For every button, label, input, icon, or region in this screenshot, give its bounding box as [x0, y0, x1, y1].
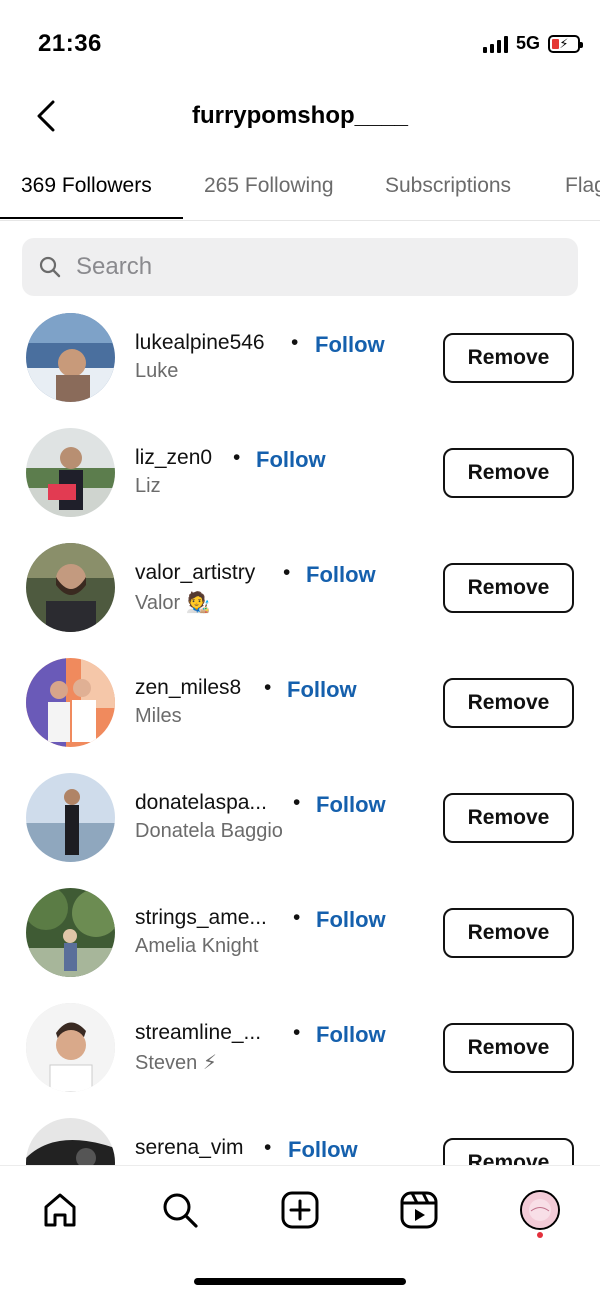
profile-tab[interactable]	[514, 1184, 566, 1236]
follower-row: zen_miles8 • Follow Miles Remove	[0, 645, 600, 760]
follower-name: Miles	[135, 705, 182, 727]
separator-dot: •	[264, 676, 272, 699]
follower-username[interactable]: zen_miles8	[135, 676, 241, 700]
followers-list: lukealpine546 • Follow Luke Remove liz_z…	[0, 300, 600, 1165]
profile-avatar	[520, 1190, 560, 1230]
status-indicators: 5G ⚡	[482, 33, 583, 54]
avatar[interactable]	[26, 1118, 115, 1165]
home-indicator	[194, 1278, 406, 1285]
follow-button[interactable]: Follow	[288, 1137, 358, 1163]
follower-row: valor_artistry • Follow Valor 🧑‍🎨 Remove	[0, 530, 600, 645]
follow-button[interactable]: Follow	[306, 562, 376, 588]
follower-row: liz_zen0 • Follow Liz Remove	[0, 415, 600, 530]
avatar[interactable]	[26, 773, 115, 862]
follower-row: donatelaspa... • Follow Donatela Baggio …	[0, 760, 600, 875]
follower-row: streamline_... • Follow Steven ⚡ Remove	[0, 990, 600, 1105]
reels-tab[interactable]	[393, 1184, 445, 1236]
status-time: 21:36	[38, 30, 102, 57]
follower-name: Steven ⚡	[135, 1052, 217, 1074]
follower-username[interactable]: valor_artistry	[135, 561, 255, 585]
separator-dot: •	[293, 906, 301, 929]
search-icon	[38, 255, 62, 279]
home-tab[interactable]	[34, 1184, 86, 1236]
follower-row: serena_vim • Follow Remove	[0, 1105, 600, 1165]
tab-flagged[interactable]: Flagged	[565, 160, 600, 219]
avatar[interactable]	[26, 313, 115, 402]
search-bar[interactable]	[22, 238, 578, 296]
remove-button[interactable]: Remove	[443, 448, 574, 498]
follow-button[interactable]: Follow	[316, 1022, 386, 1048]
tab-followers[interactable]: 369 Followers	[21, 160, 152, 219]
cellular-signal-icon	[482, 35, 508, 53]
follow-button[interactable]: Follow	[315, 332, 385, 358]
separator-dot: •	[283, 561, 291, 584]
follower-name: Valor 🧑‍🎨	[135, 592, 211, 614]
create-post-icon	[281, 1191, 319, 1229]
follow-button[interactable]: Follow	[316, 792, 386, 818]
search-icon	[163, 1193, 198, 1228]
active-tab-indicator	[0, 217, 183, 219]
avatar[interactable]	[26, 888, 115, 977]
avatar[interactable]	[26, 428, 115, 517]
follow-button[interactable]: Follow	[316, 907, 386, 933]
battery-charging-icon: ⚡	[559, 36, 569, 51]
create-tab[interactable]	[274, 1184, 326, 1236]
separator-dot: •	[293, 791, 301, 814]
home-icon	[44, 1193, 76, 1227]
reels-icon	[400, 1191, 438, 1229]
follower-name: Donatela Baggio	[135, 820, 283, 842]
separator-dot: •	[293, 1021, 301, 1044]
profile-header: furrypomshop____	[0, 88, 600, 148]
notification-dot	[537, 1232, 543, 1238]
remove-button[interactable]: Remove	[443, 793, 574, 843]
follower-row: strings_ame... • Follow Amelia Knight Re…	[0, 875, 600, 990]
network-type: 5G	[515, 33, 540, 53]
battery-icon: ⚡	[548, 34, 583, 53]
search-tab[interactable]	[154, 1184, 206, 1236]
tab-following[interactable]: 265 Following	[204, 160, 334, 219]
tab-subscriptions[interactable]: Subscriptions	[385, 160, 511, 219]
remove-button[interactable]: Remove	[443, 908, 574, 958]
avatar[interactable]	[26, 658, 115, 747]
follow-tabs: 369 Followers 265 Following Subscription…	[0, 160, 600, 221]
follower-username[interactable]: serena_vim	[135, 1136, 244, 1160]
follower-name: Amelia Knight	[135, 935, 259, 957]
follower-username[interactable]: strings_ame...	[135, 906, 267, 930]
search-input[interactable]	[74, 252, 538, 282]
remove-button[interactable]: Remove	[443, 333, 574, 383]
follower-name: Luke	[135, 360, 179, 382]
follower-name: Liz	[135, 475, 161, 497]
status-bar: 21:36 5G ⚡	[0, 0, 600, 90]
separator-dot: •	[291, 331, 299, 354]
follower-username[interactable]: lukealpine546	[135, 331, 265, 355]
remove-button[interactable]: Remove	[443, 678, 574, 728]
follower-row: lukealpine546 • Follow Luke Remove	[0, 300, 600, 415]
follower-username[interactable]: streamline_...	[135, 1021, 261, 1045]
avatar[interactable]	[26, 543, 115, 632]
separator-dot: •	[233, 446, 241, 469]
follow-button[interactable]: Follow	[256, 447, 326, 473]
separator-dot: •	[264, 1136, 272, 1159]
page-title: furrypomshop____	[191, 102, 409, 129]
follower-username[interactable]: donatelaspa...	[135, 791, 267, 815]
remove-button[interactable]: Remove	[443, 563, 574, 613]
avatar[interactable]	[26, 1003, 115, 1092]
follower-username[interactable]: liz_zen0	[135, 446, 212, 470]
remove-button[interactable]: Remove	[443, 1023, 574, 1073]
follow-button[interactable]: Follow	[287, 677, 357, 703]
remove-button[interactable]: Remove	[443, 1138, 574, 1165]
